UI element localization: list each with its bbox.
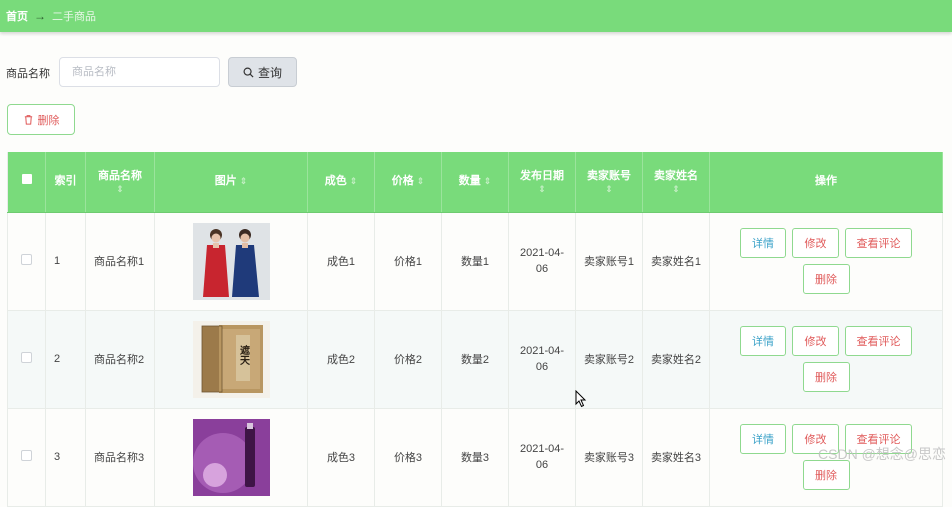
cell-price: 价格3 — [375, 408, 442, 506]
cell-price: 价格2 — [375, 310, 442, 408]
table-row: 2 商品名称2 遮天 成色2 价格2 数量2 202 — [8, 310, 943, 408]
cell-seller-account: 卖家账号3 — [576, 408, 643, 506]
product-image[interactable] — [193, 223, 270, 300]
cell-seller-name: 卖家姓名1 — [643, 212, 710, 310]
cell-quantity: 数量3 — [442, 408, 509, 506]
edit-button[interactable]: 修改 — [792, 326, 839, 356]
bulk-delete-button[interactable]: 删除 — [7, 104, 75, 135]
detail-button[interactable]: 详情 — [740, 424, 786, 454]
top-bar: 首页 → 二手商品 — [0, 0, 952, 32]
delete-button[interactable]: 删除 — [803, 460, 850, 490]
query-button[interactable]: 查询 — [228, 57, 297, 87]
row-checkbox[interactable] — [21, 352, 32, 363]
sort-icon[interactable]: ⇕ — [576, 184, 642, 194]
query-button-label: 查询 — [258, 64, 282, 81]
trash-icon — [23, 114, 34, 125]
table-row: 1 商品名称1 成色1 价格1 数量1 2021- — [8, 212, 943, 310]
breadcrumb: 首页 → 二手商品 — [6, 8, 96, 24]
table-row: 3 商品名称3 成色3 价格3 数量3 2021-04-06 卖家账号3 卖家 — [8, 408, 943, 506]
product-image[interactable] — [193, 419, 270, 496]
header-image[interactable]: 图片⇕ — [155, 152, 308, 212]
cell-name: 商品名称2 — [86, 310, 155, 408]
search-icon — [243, 67, 254, 78]
delete-button[interactable]: 删除 — [803, 264, 850, 294]
cell-actions: 详情 修改 查看评论 删除 — [710, 310, 943, 408]
cell-image — [155, 408, 308, 506]
bulk-delete-label: 删除 — [38, 112, 60, 128]
cell-seller-name: 卖家姓名3 — [643, 408, 710, 506]
cell-name: 商品名称1 — [86, 212, 155, 310]
sort-icon[interactable]: ⇕ — [417, 176, 425, 186]
product-image[interactable]: 遮天 — [193, 321, 270, 398]
watermark: CSDN @想念@思恋 — [818, 444, 946, 464]
cell-condition: 成色3 — [308, 408, 375, 506]
header-actions: 操作 — [710, 152, 943, 212]
detail-button[interactable]: 详情 — [740, 228, 786, 258]
cell-index: 3 — [46, 408, 86, 506]
cell-index: 2 — [46, 310, 86, 408]
goods-table: 索引 商品名称⇕ 图片⇕ 成色⇕ 价格⇕ 数量⇕ 发布日期⇕ 卖家账号⇕ 卖家姓… — [7, 152, 943, 507]
select-all-checkbox[interactable] — [22, 174, 32, 184]
sort-icon[interactable]: ⇕ — [484, 176, 492, 186]
row-checkbox[interactable] — [21, 450, 32, 461]
detail-button[interactable]: 详情 — [740, 326, 786, 356]
search-label: 商品名称 — [6, 65, 50, 81]
mouse-pointer-icon — [575, 390, 587, 408]
cell-date: 2021-04-06 — [509, 408, 576, 506]
breadcrumb-current: 二手商品 — [52, 8, 96, 24]
cell-condition: 成色1 — [308, 212, 375, 310]
breadcrumb-home[interactable]: 首页 — [6, 8, 28, 24]
header-price[interactable]: 价格⇕ — [375, 152, 442, 212]
header-select-all[interactable] — [8, 152, 46, 212]
search-input[interactable] — [59, 57, 220, 87]
header-quantity[interactable]: 数量⇕ — [442, 152, 509, 212]
table-header-row: 索引 商品名称⇕ 图片⇕ 成色⇕ 价格⇕ 数量⇕ 发布日期⇕ 卖家账号⇕ 卖家姓… — [8, 152, 943, 212]
cell-price: 价格1 — [375, 212, 442, 310]
cell-quantity: 数量2 — [442, 310, 509, 408]
cell-seller-account: 卖家账号1 — [576, 212, 643, 310]
cell-date: 2021-04-06 — [509, 310, 576, 408]
sort-icon[interactable]: ⇕ — [350, 176, 358, 186]
cell-actions: 详情 修改 查看评论 删除 — [710, 212, 943, 310]
svg-text:遮天: 遮天 — [237, 343, 249, 365]
cell-seller-name: 卖家姓名2 — [643, 310, 710, 408]
cell-index: 1 — [46, 212, 86, 310]
delete-button[interactable]: 删除 — [803, 362, 850, 392]
view-reviews-button[interactable]: 查看评论 — [845, 228, 912, 258]
cell-image — [155, 212, 308, 310]
cell-condition: 成色2 — [308, 310, 375, 408]
cell-date: 2021-04-06 — [509, 212, 576, 310]
header-date[interactable]: 发布日期⇕ — [509, 152, 576, 212]
sort-icon[interactable]: ⇕ — [86, 184, 154, 194]
cell-name: 商品名称3 — [86, 408, 155, 506]
breadcrumb-arrow-icon: → — [34, 9, 46, 23]
header-condition[interactable]: 成色⇕ — [308, 152, 375, 212]
header-index: 索引 — [46, 152, 86, 212]
edit-button[interactable]: 修改 — [792, 228, 839, 258]
view-reviews-button[interactable]: 查看评论 — [845, 326, 912, 356]
header-name[interactable]: 商品名称⇕ — [86, 152, 155, 212]
cell-image: 遮天 — [155, 310, 308, 408]
row-checkbox[interactable] — [21, 254, 32, 265]
sort-icon[interactable]: ⇕ — [509, 184, 575, 194]
sort-icon[interactable]: ⇕ — [240, 176, 248, 186]
header-seller-account[interactable]: 卖家账号⇕ — [576, 152, 643, 212]
header-seller-name[interactable]: 卖家姓名⇕ — [643, 152, 710, 212]
sort-icon[interactable]: ⇕ — [643, 184, 709, 194]
cell-quantity: 数量1 — [442, 212, 509, 310]
